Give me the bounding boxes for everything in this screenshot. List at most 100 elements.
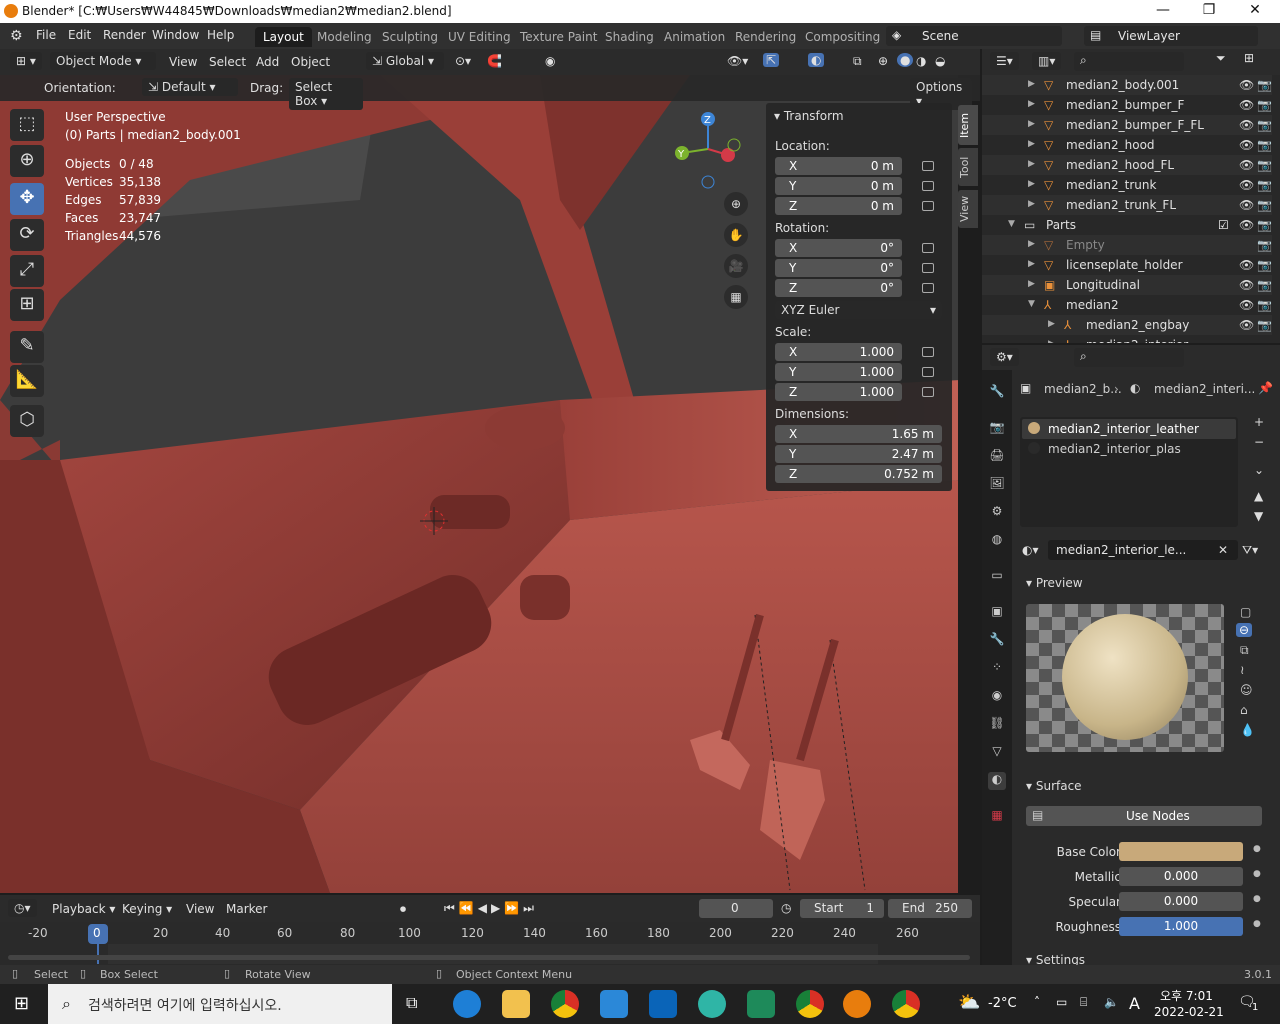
menu-window[interactable]: Window	[152, 28, 199, 42]
keyframe-dot-icon[interactable]: ●	[1253, 869, 1261, 879]
eye-icon[interactable]: 👁	[1239, 118, 1254, 132]
lock-icon[interactable]	[922, 161, 934, 171]
transform-header[interactable]: ▾ Transform	[774, 109, 844, 123]
rotation-mode-dropdown[interactable]: XYZ Euler ▾	[775, 301, 942, 319]
drag-dropdown[interactable]: Select Box ▾	[289, 78, 363, 110]
minimize-button[interactable]: —	[1148, 2, 1178, 18]
eye-icon[interactable]: 👁	[1239, 98, 1254, 112]
chrome-icon[interactable]	[892, 990, 920, 1018]
rotation-x-field[interactable]: X 0°	[775, 239, 902, 257]
tab-modeling[interactable]: Modeling	[309, 27, 380, 47]
weather-icon[interactable]: ⛅	[958, 992, 980, 1013]
network-icon[interactable]: ⌸	[1080, 995, 1087, 1010]
texture-tab-icon[interactable]: ▦	[988, 808, 1006, 826]
eye-icon[interactable]: 👁	[1239, 78, 1254, 92]
app-icon[interactable]	[698, 990, 726, 1018]
location-y-field[interactable]: Y 0 m	[775, 177, 902, 195]
tab-compositing[interactable]: Compositing	[797, 27, 888, 47]
outliner-row[interactable]: ▶ ▽ Empty 📷	[982, 235, 1272, 255]
timeline[interactable]: -20 0 20 40 60 80 100 120 140 160 180 20…	[0, 922, 980, 965]
mode-dropdown[interactable]: Object Mode ▾	[50, 52, 156, 70]
camera-icon[interactable]: 📷	[1257, 118, 1272, 132]
eye-icon[interactable]: 👁	[1239, 258, 1254, 272]
camera-icon[interactable]: 📷	[1257, 278, 1272, 292]
start-frame-field[interactable]: Start 1	[800, 899, 884, 918]
viewport-menu-object[interactable]: Object	[291, 55, 330, 69]
app-icon[interactable]	[747, 990, 775, 1018]
outliner-row[interactable]: ▶ ▽ median2_bumper_F 👁 📷	[982, 95, 1272, 115]
measure-tool-button[interactable]: 📐	[10, 365, 44, 397]
rotation-z-field[interactable]: Z 0°	[775, 279, 902, 297]
cursor-tool-button[interactable]: ⊕	[10, 145, 44, 177]
zoom-icon[interactable]: ⊕	[724, 192, 748, 216]
tab-shading[interactable]: Shading	[597, 27, 662, 47]
lock-icon[interactable]	[922, 387, 934, 397]
scale-z-field[interactable]: Z 1.000	[775, 383, 902, 401]
timeline-menu-playback[interactable]: Playback ▾	[52, 902, 115, 916]
data-tab-icon[interactable]: ▽	[988, 744, 1006, 762]
camera-icon[interactable]: 📷	[1257, 178, 1272, 192]
physics-tab-icon[interactable]: ◉	[988, 688, 1006, 706]
eye-icon[interactable]: 👁	[1239, 138, 1254, 152]
scale-x-field[interactable]: X 1.000	[775, 343, 902, 361]
object-tab-icon[interactable]: ▣	[988, 604, 1006, 622]
list-item[interactable]: median2_interior_leather	[1022, 419, 1236, 439]
visibility-icon[interactable]: 👁▾	[727, 54, 748, 68]
use-nodes-button[interactable]: ▤ Use Nodes	[1026, 806, 1262, 826]
tab-rendering[interactable]: Rendering	[727, 27, 804, 47]
volume-icon[interactable]: 🔈	[1104, 995, 1119, 1009]
material-tab-icon[interactable]: ◐	[988, 772, 1006, 790]
chrome-icon[interactable]	[796, 990, 824, 1018]
timeline-editor-type[interactable]: ◷▾	[8, 899, 37, 917]
viewport-menu-select[interactable]: Select	[209, 55, 246, 69]
blender-menu-icon[interactable]: ⚙	[10, 28, 23, 44]
camera-view-icon[interactable]: 🎥	[724, 254, 748, 278]
sidebar-tab-item[interactable]: Item	[958, 105, 978, 145]
tab-sculpting[interactable]: Sculpting	[374, 27, 446, 47]
particles-tab-icon[interactable]: ⁘	[988, 660, 1006, 678]
pivot-icon[interactable]: ⊙▾	[455, 54, 471, 68]
roughness-field[interactable]: 1.000	[1119, 917, 1243, 936]
tray-icon[interactable]: ▭	[1056, 995, 1067, 1009]
rotation-y-field[interactable]: Y 0°	[775, 259, 902, 277]
scale-y-field[interactable]: Y 1.000	[775, 363, 902, 381]
menu-render[interactable]: Render	[103, 28, 146, 42]
outliner-row[interactable]: ▶ ▽ median2_hood_FL 👁 📷	[982, 155, 1272, 175]
specular-field[interactable]: 0.000	[1119, 892, 1243, 911]
outliner-row[interactable]: ▶ ⅄ median2_engbay 👁 📷	[982, 315, 1272, 335]
properties-search-input[interactable]: ⌕	[1074, 348, 1184, 367]
checkbox-icon[interactable]: ☑	[1218, 218, 1229, 232]
overlay-toggle-icon[interactable]: ◐	[808, 53, 825, 67]
sidebar-tab-view[interactable]: View	[958, 190, 978, 228]
timeline-menu-keying[interactable]: Keying ▾	[122, 902, 172, 916]
keyframe-dot-icon[interactable]: ●	[1253, 919, 1261, 929]
filter-icon[interactable]: ⏷	[1216, 51, 1226, 66]
eye-icon[interactable]: 👁	[1239, 298, 1254, 312]
preview-range-icon[interactable]: ◷	[781, 901, 791, 915]
chrome-icon[interactable]	[551, 990, 579, 1018]
current-frame-field[interactable]: 0	[699, 899, 773, 918]
edge-icon[interactable]	[453, 990, 481, 1018]
tab-animation[interactable]: Animation	[656, 27, 733, 47]
properties-editor-type[interactable]: ⚙▾	[990, 348, 1019, 366]
blender-taskbar-icon[interactable]	[843, 990, 871, 1018]
outliner-editor-type[interactable]: ☰▾	[990, 52, 1019, 70]
lock-icon[interactable]	[922, 181, 934, 191]
material-browse-icon[interactable]: ◐▾	[1022, 543, 1039, 557]
unlink-material-icon[interactable]: ✕	[1218, 543, 1228, 557]
mail-icon[interactable]	[649, 990, 677, 1018]
show-hidden-icons[interactable]: ˄	[1034, 995, 1040, 1009]
view-layer-tab-icon[interactable]: 🖼	[988, 476, 1006, 494]
location-z-field[interactable]: Z 0 m	[775, 197, 902, 215]
tab-layout[interactable]: Layout	[255, 27, 312, 47]
timeline-menu-view[interactable]: View	[186, 902, 214, 916]
orientation-dropdown[interactable]: ⇲ Default ▾	[142, 78, 238, 96]
camera-icon[interactable]: 📷	[1257, 218, 1272, 232]
eye-icon[interactable]: 👁	[1239, 158, 1254, 172]
render-tab-icon[interactable]: 📷	[988, 420, 1006, 438]
eye-icon[interactable]: 👁	[1239, 198, 1254, 212]
eye-icon[interactable]: 👁	[1239, 318, 1254, 332]
move-tool-button[interactable]: ✥	[10, 183, 44, 215]
camera-icon[interactable]: 📷	[1257, 78, 1272, 92]
camera-icon[interactable]: 📷	[1257, 158, 1272, 172]
